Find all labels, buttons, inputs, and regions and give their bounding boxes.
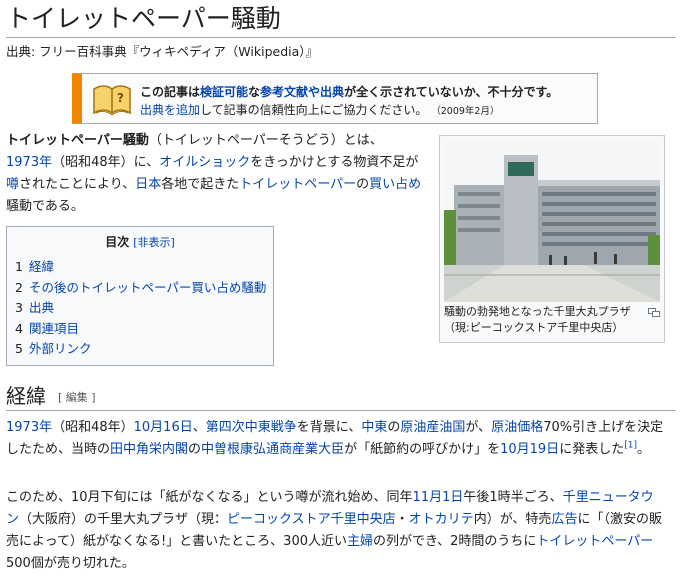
link-nov1[interactable]: 11月1日: [413, 490, 464, 505]
citation-needed-notice: ? この記事は検証可能な参考文献や出典が全く示されていないか、不十分です。 出典…: [72, 73, 598, 124]
article-page: トイレットペーパー騒動 出典: フリー百科事典『ウィキペディア（Wikipedi…: [0, 0, 680, 573]
image-caption: 騒動の勃発地となった千里大丸プラザ （現:ピーコックストア千里中央店）: [444, 305, 631, 334]
link-otokaritei[interactable]: オトカリテ: [409, 512, 474, 527]
section-heading: 経緯[ 編集 ]: [6, 384, 96, 408]
link-tanaka-cabinet[interactable]: 田中角栄内閣: [110, 442, 188, 457]
link-miti-minister[interactable]: 通商産業大臣: [266, 442, 344, 457]
paragraph-1: 1973年（昭和48年）10月16日、第四次中東戦争を背景に、中東の原油産油国が…: [6, 420, 664, 457]
table-of-contents: 目次 [非表示] 1 経緯 2 その後のトイレットペーパー買い占め騒動 3 出典 4 関連…: [6, 226, 274, 366]
notice-line-2: 出典を追加して記事の信頼性向上にご協力ください。 （2009年2月）: [140, 103, 500, 117]
image-thumbnail: 騒動の勃発地となった千里大丸プラザ （現:ピーコックストア千里中央店）: [439, 135, 665, 343]
toc-item[interactable]: 3 出典: [15, 298, 266, 319]
link-1973[interactable]: 1973年: [6, 155, 52, 170]
link-oct16[interactable]: 10月16日: [134, 420, 193, 435]
toc-list: 1 経緯 2 その後のトイレットペーパー買い占め騒動 3 出典 4 関連項目 5 外部リン…: [15, 257, 266, 360]
section-divider: [6, 410, 676, 411]
svg-text:?: ?: [117, 91, 124, 105]
link-1973[interactable]: 1973年: [6, 420, 52, 435]
edit-section-link[interactable]: [ 編集 ]: [58, 391, 96, 404]
article-subject: トイレットペーパー騒動: [6, 133, 149, 148]
add-source-link[interactable]: 出典を追加: [140, 103, 200, 117]
book-question-icon: ?: [93, 85, 131, 116]
link-oct19[interactable]: 10月19日: [500, 442, 559, 457]
link-japan[interactable]: 日本: [135, 177, 161, 192]
link-oil-price[interactable]: 原油価格: [491, 420, 543, 435]
toc-hide-toggle[interactable]: [非表示]: [133, 236, 175, 249]
toc-item[interactable]: 5 外部リンク: [15, 339, 266, 360]
link-rumor[interactable]: 噂: [6, 177, 19, 192]
building-photo[interactable]: [444, 140, 660, 302]
notice-line-1: この記事は検証可能な参考文献や出典が全く示されていないか、不十分です。: [140, 85, 559, 99]
link-housewife[interactable]: 主婦: [347, 534, 373, 549]
link-peacock-store[interactable]: ピーコックストア千里中央店: [227, 512, 396, 527]
link-oil-shock[interactable]: オイルショック: [159, 155, 250, 170]
page-title: トイレットペーパー騒動: [6, 4, 281, 33]
toc-item[interactable]: 1 経緯: [15, 257, 266, 278]
toc-item[interactable]: 4 関連項目: [15, 319, 266, 340]
toc-item[interactable]: 2 その後のトイレットペーパー買い占め騒動: [15, 278, 266, 299]
link-nakasone[interactable]: 中曽根康弘: [201, 442, 266, 457]
paragraph-2: このため、10月下旬には「紙がなくなる」という噂が流れ始め、同年11月1日午後1…: [6, 490, 662, 571]
toc-title: 目次: [105, 235, 130, 249]
title-divider: [6, 37, 676, 38]
link-oil-producers[interactable]: 原油産油国: [400, 420, 465, 435]
link-yom-kippur-war[interactable]: 第四次中東戦争: [206, 420, 297, 435]
references-link[interactable]: 参考文献や出典: [260, 85, 344, 99]
site-subtitle: 出典: フリー百科事典『ウィキペディア（Wikipedia）』: [6, 44, 319, 59]
lead-paragraph: トイレットペーパー騒動（トイレットペーパーそうどう）とは、 1973年（昭和48年…: [6, 133, 422, 214]
link-toilet-paper[interactable]: トイレットペーパー: [239, 177, 356, 192]
enlarge-icon[interactable]: [648, 308, 660, 317]
link-middle-east[interactable]: 中東: [361, 420, 387, 435]
verifiability-link[interactable]: 検証可能: [200, 85, 248, 99]
notice-date: （2009年2月）: [431, 106, 500, 117]
link-hoarding[interactable]: 買い占め: [369, 177, 421, 192]
reference-1[interactable]: [1]: [624, 441, 637, 451]
link-advertisement[interactable]: 広告: [551, 512, 577, 527]
link-toilet-paper[interactable]: トイレットペーパー: [536, 534, 653, 549]
toc-header: 目次 [非表示]: [7, 233, 273, 250]
